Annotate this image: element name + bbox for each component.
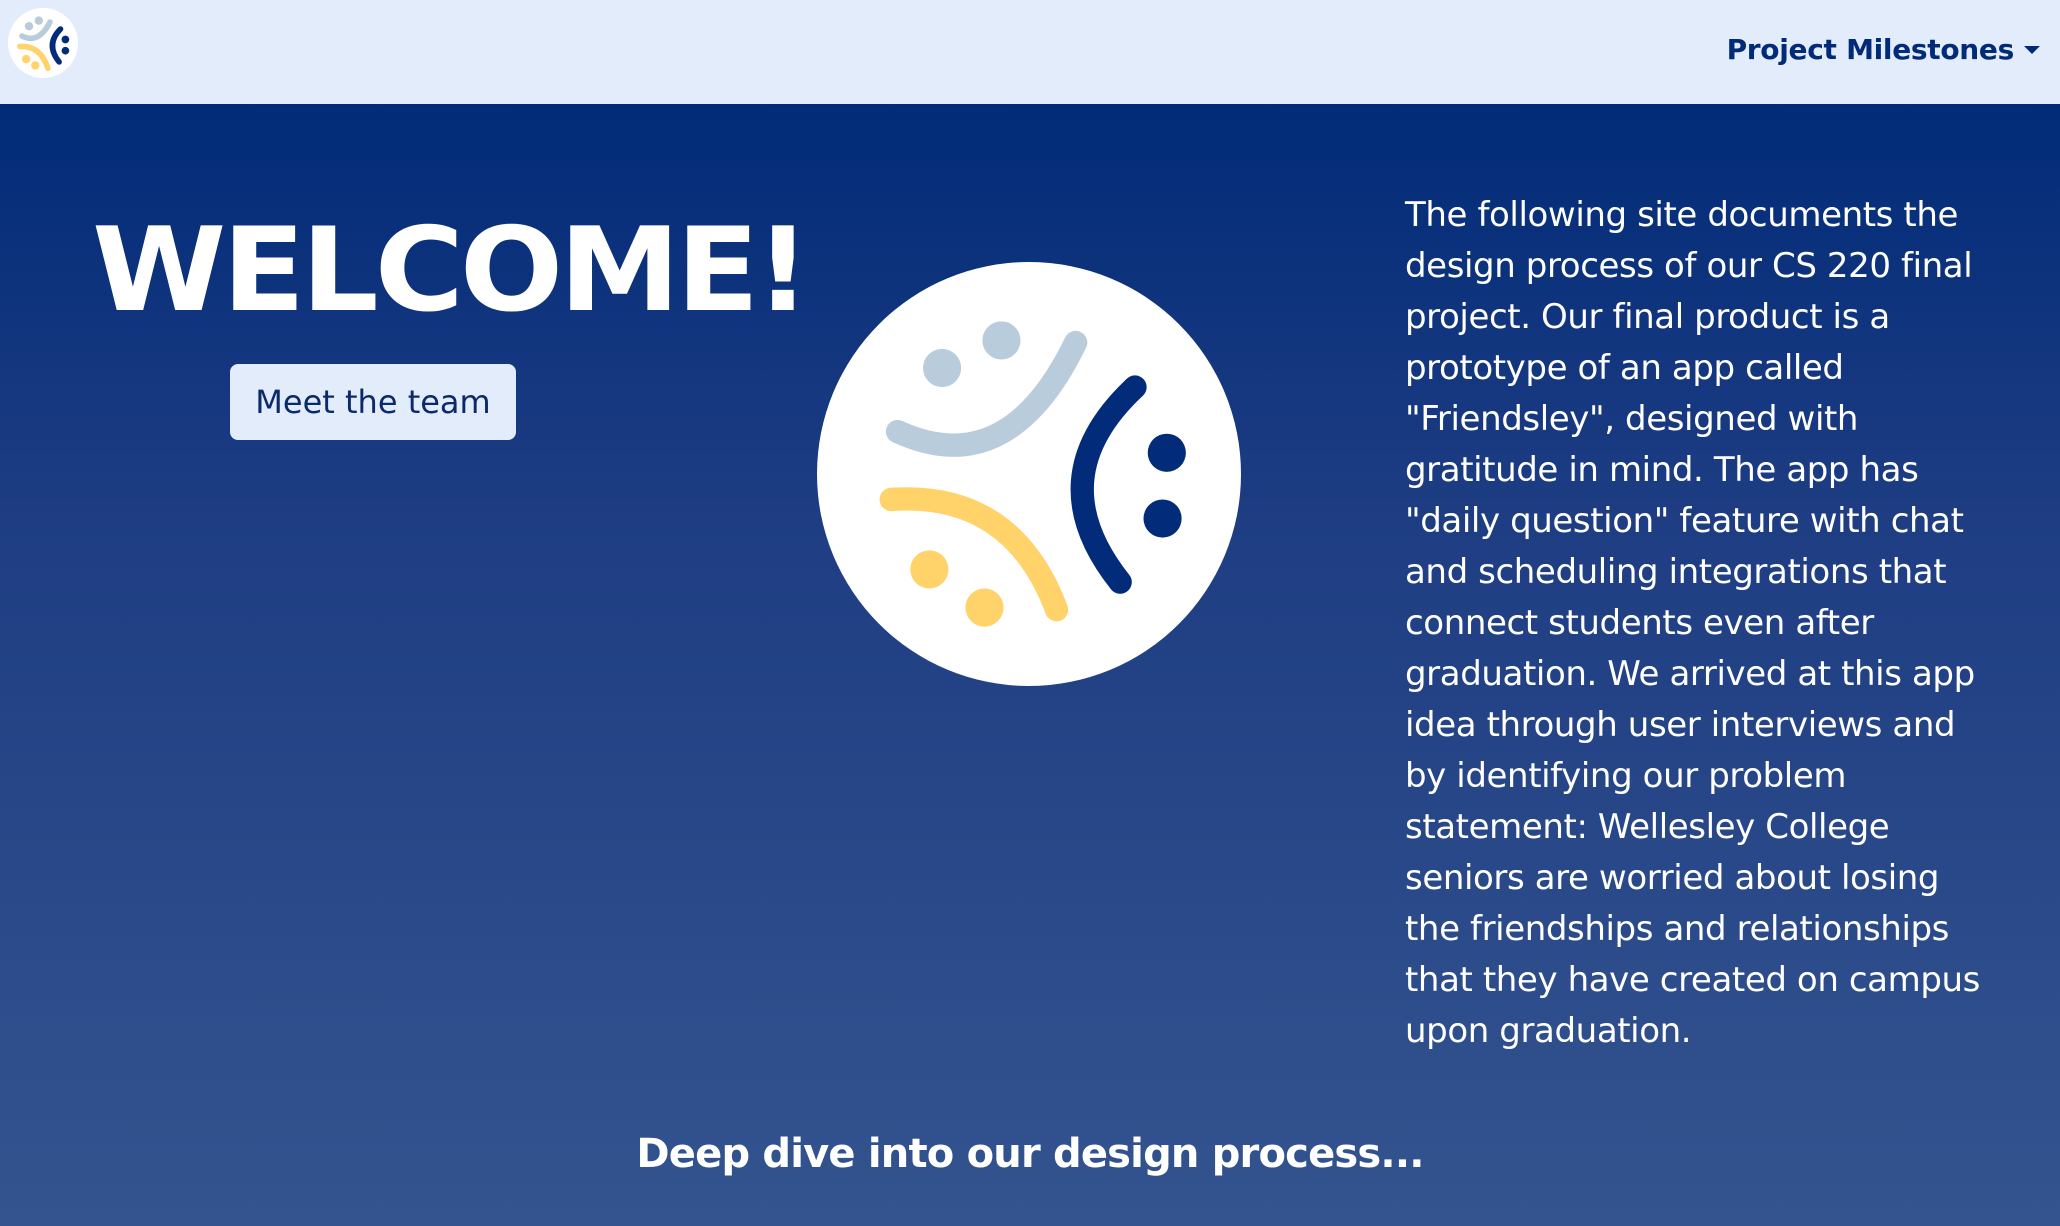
design-process-heading: Deep dive into our design process...: [636, 1131, 1424, 1177]
caret-down-icon: [2024, 46, 2040, 54]
navbar: Project Milestones: [0, 0, 2060, 104]
welcome-title: WELCOME!: [92, 203, 811, 338]
project-milestones-dropdown[interactable]: Project Milestones: [1727, 27, 2040, 71]
meet-the-team-button[interactable]: Meet the team: [230, 364, 516, 440]
project-milestones-label: Project Milestones: [1726, 32, 2015, 66]
friendsley-logo-icon[interactable]: [8, 8, 78, 78]
page: Project Milestones WELCOME! Meet the tea…: [0, 0, 2060, 1226]
friendsley-logo-icon: [817, 262, 1241, 686]
intro-paragraph: The following site documents the design …: [1405, 195, 1980, 1051]
